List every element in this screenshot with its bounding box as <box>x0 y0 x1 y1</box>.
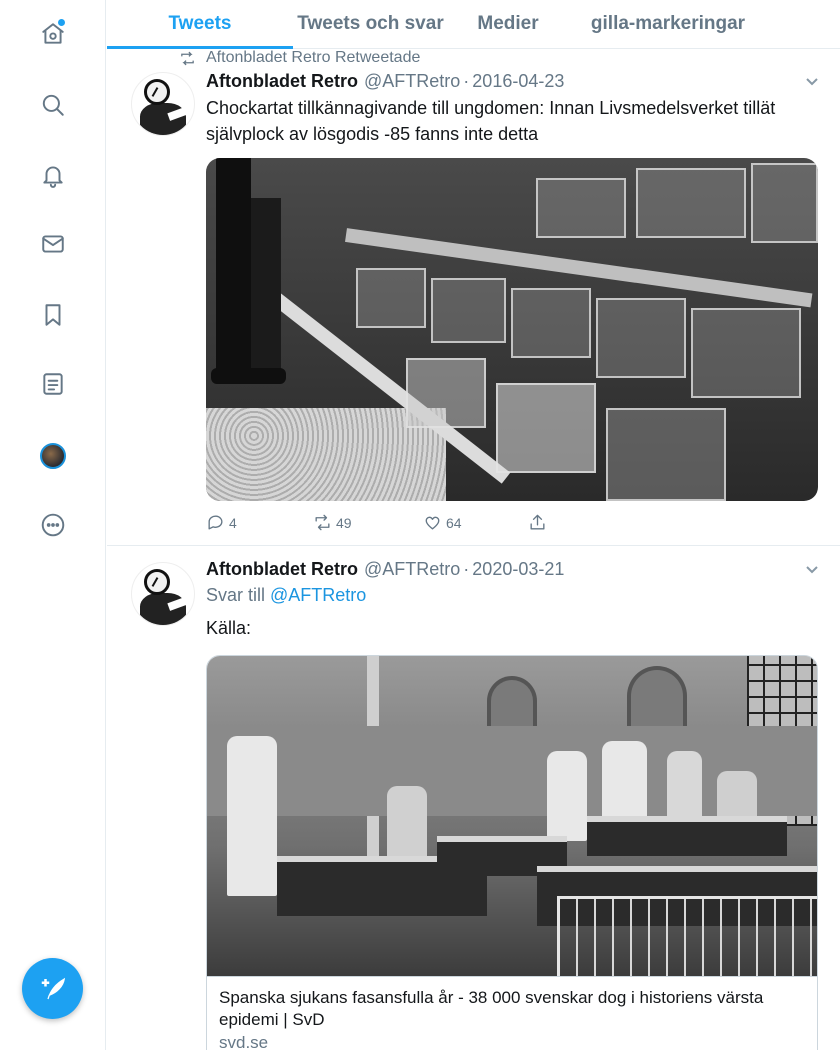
link-card-title: Spanska sjukans fasansfulla år - 38 000 … <box>219 988 764 1029</box>
author-handle[interactable]: @AFTRetro <box>364 71 460 92</box>
heart-icon <box>425 516 440 530</box>
profile-avatar[interactable] <box>40 443 66 469</box>
profile-tabs: Tweets Tweets och svar Medier gilla-mark… <box>107 0 840 49</box>
chevron-down-icon <box>806 78 818 86</box>
author-name[interactable]: Aftonbladet Retro <box>206 559 358 580</box>
retweet-indicator: Aftonbladet Retro Retweetade <box>179 49 420 67</box>
reply-handle-link[interactable]: @AFTRetro <box>270 585 366 605</box>
tab-likes[interactable]: gilla-markeringar <box>568 0 768 48</box>
search-icon[interactable] <box>36 88 70 122</box>
tweet-header: Aftonbladet Retro @AFTRetro · 2016-04-23 <box>206 68 564 94</box>
retweet-button[interactable]: 49 <box>313 513 352 532</box>
retweet-label: Aftonbladet Retro Retweetade <box>206 49 421 66</box>
share-icon <box>530 514 545 530</box>
reply-icon <box>208 515 223 530</box>
author-avatar[interactable] <box>131 72 195 136</box>
retweet-icon <box>315 514 330 531</box>
bookmarks-icon[interactable] <box>36 298 70 332</box>
reply-prefix: Svar till <box>206 585 266 605</box>
tweet-menu-button[interactable] <box>804 73 820 89</box>
home-icon[interactable] <box>36 17 70 51</box>
sidebar <box>0 0 106 1050</box>
reply-count: 4 <box>229 514 237 531</box>
link-card-text: Spanska sjukans fasansfulla år - 38 000 … <box>207 976 817 1050</box>
tweet-menu-button[interactable] <box>804 561 820 577</box>
share-button[interactable] <box>528 513 551 532</box>
lists-icon[interactable] <box>36 367 70 401</box>
chevron-down-icon <box>806 566 818 574</box>
tweet-header: Aftonbladet Retro @AFTRetro · 2020-03-21 <box>206 556 564 582</box>
separator-dot: · <box>463 70 470 91</box>
tab-tweets-and-replies[interactable]: Tweets och svar <box>293 0 448 48</box>
retweet-count: 49 <box>336 514 352 531</box>
tweet[interactable]: Aftonbladet Retro Retweetade Aftonbladet… <box>107 49 840 546</box>
tweet-date[interactable]: 2020-03-21 <box>472 559 564 580</box>
notification-dot <box>58 19 65 26</box>
like-count: 64 <box>446 514 462 531</box>
like-button[interactable]: 64 <box>423 513 462 532</box>
tweet-date[interactable]: 2016-04-23 <box>472 71 564 92</box>
tab-tweets[interactable]: Tweets <box>107 0 293 49</box>
link-card-image <box>207 656 817 976</box>
link-card[interactable]: Spanska sjukans fasansfulla år - 38 000 … <box>206 655 818 1050</box>
messages-icon[interactable] <box>36 227 70 261</box>
author-name[interactable]: Aftonbladet Retro <box>206 71 358 92</box>
tweet-image[interactable] <box>206 158 818 501</box>
reply-context: Svar till @AFTRetro <box>206 585 366 606</box>
retweet-icon <box>181 51 194 65</box>
notifications-icon[interactable] <box>36 158 70 192</box>
compose-tweet-icon <box>41 977 65 999</box>
tweet-actions: 4 49 64 <box>206 513 606 535</box>
tab-media[interactable]: Medier <box>448 0 568 48</box>
reply-button[interactable]: 4 <box>206 513 237 532</box>
author-handle[interactable]: @AFTRetro <box>364 559 460 580</box>
separator-dot: · <box>463 558 470 579</box>
author-avatar[interactable] <box>131 562 195 626</box>
link-card-domain: svd.se <box>219 1033 269 1050</box>
tweet-text: Källa: <box>206 618 252 638</box>
more-icon[interactable] <box>36 508 70 542</box>
tweet-text: Chockartat tillkännagivande till ungdome… <box>206 98 776 144</box>
compose-tweet-button[interactable] <box>22 958 83 1019</box>
